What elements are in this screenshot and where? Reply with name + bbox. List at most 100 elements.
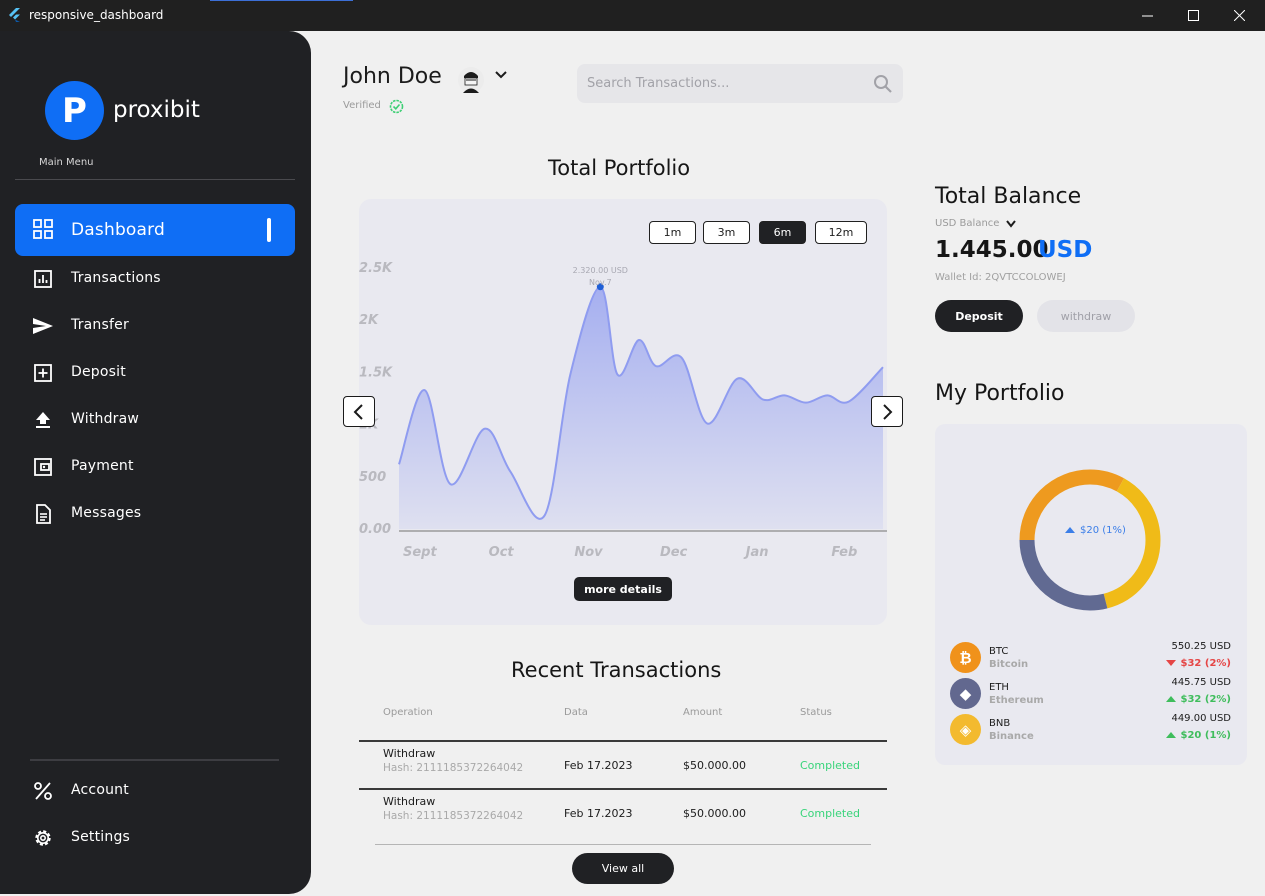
total-balance-title: Total Balance [935,184,1082,209]
balance-amount: 1.445.00 [935,237,1049,263]
y-tick-label: 1.5K [359,365,393,380]
coin-symbol: BNB [989,718,1011,729]
sidebar-item-label: Transfer [71,317,129,333]
sidebar-item-settings[interactable]: Settings [15,816,295,861]
x-tick-label: Oct [489,545,515,560]
coin-change-value: $32 (2%) [1180,694,1231,705]
column-header-amount: Amount [683,707,723,718]
y-tick-label: 2K [359,313,379,328]
range-button-6m[interactable]: 6m [759,221,806,244]
table-row-divider [359,788,887,790]
verified-check-icon [389,99,404,114]
sidebar-item-deposit[interactable]: Deposit [15,351,295,396]
sidebar-item-messages[interactable]: Messages [15,492,295,537]
coin-name: Binance [989,731,1034,742]
table-row-divider [359,740,887,742]
column-header-status: Status [800,707,832,718]
document-icon [36,504,51,524]
search-icon[interactable] [873,74,893,94]
sidebar-item-label: Transactions [71,270,161,286]
minimize-button[interactable] [1124,0,1170,31]
window-title: responsive_dashboard [29,8,164,22]
wallet-icon [34,458,52,476]
range-button-3m[interactable]: 3m [703,221,750,244]
sidebar-item-label: Deposit [71,364,126,380]
chevron-right-icon [883,403,893,420]
x-tick-label: Dec [660,545,688,560]
maximize-button[interactable] [1170,0,1216,31]
app-canvas: P proxibit Main Menu Dashboard Transacti… [0,31,1265,896]
send-icon [33,318,53,334]
sidebar-item-transfer[interactable]: Transfer [15,304,295,349]
gear-icon [35,830,51,846]
chevron-down-icon[interactable] [1005,219,1017,229]
balance-currency-selector[interactable]: USD Balance [935,218,999,229]
table-bottom-divider [375,844,871,845]
balance-currency: USD [1038,237,1093,263]
range-button-12m[interactable]: 12m [815,221,867,244]
column-header-operation: Operation [383,707,433,718]
chevron-left-icon [353,403,363,420]
chart-prev-button[interactable] [343,396,375,427]
up-triangle-icon [1165,696,1176,702]
y-tick-label: 0.00 [359,522,391,537]
avatar[interactable] [455,66,487,94]
search-input[interactable] [587,64,857,103]
my-portfolio-card: $20 (1%) ₿ BTC Bitcoin 550.25 USD $32 (2… [935,424,1247,765]
down-triangle-icon [1165,660,1176,666]
tx-amount: $50.000.00 [683,807,746,820]
portfolio-chart-title: Total Portfolio [548,156,691,180]
x-tick-label: Jan [743,545,769,560]
chart-next-button[interactable] [871,396,903,427]
wallet-id: Wallet Id: 2QVTCCOLOWEJ [935,272,1066,283]
y-tick-label: 500 [359,470,386,485]
chart-tooltip-value: 2.320.00 USD [573,266,628,275]
coin-name: Ethereum [989,695,1044,706]
main-menu-label: Main Menu [39,157,94,168]
range-button-1m[interactable]: 1m [649,221,696,244]
more-details-button[interactable]: more details [574,577,672,601]
sidebar-item-transactions[interactable]: Transactions [15,257,295,302]
coin-change: $32 (2%) [1165,694,1231,705]
deposit-button[interactable]: Deposit [935,300,1023,332]
chevron-down-icon[interactable] [493,69,509,81]
sidebar-item-dashboard[interactable]: Dashboard [15,204,295,256]
maximize-icon [1187,10,1199,21]
view-all-button[interactable]: View all [572,853,674,884]
brand-logo: P [45,81,104,140]
x-tick-label: Nov [574,545,603,560]
coin-change-value: $20 (1%) [1180,730,1231,741]
portfolio-donut-chart [1019,469,1161,611]
coin-symbol: BTC [989,646,1009,657]
coin-change: $32 (2%) [1165,658,1231,669]
portfolio-chart: 0.005001K1.5K2K2.5KSeptOctNovDecJanFeb2.… [359,261,887,560]
active-indicator [267,218,271,242]
sidebar-item-withdraw[interactable]: Withdraw [15,398,295,443]
percent-icon [34,782,52,800]
withdraw-button[interactable]: withdraw [1037,300,1135,332]
binance-icon: ◈ [950,714,981,745]
coin-change: $20 (1%) [1165,730,1231,741]
close-button[interactable] [1216,0,1262,31]
sidebar-item-payment[interactable]: Payment [15,445,295,490]
sidebar-item-label: Dashboard [71,220,166,240]
window-titlebar: responsive_dashboard [0,0,1265,31]
brand-name: proxibit [113,97,200,123]
tx-amount: $50.000.00 [683,759,746,772]
sidebar-item-label: Payment [71,458,134,474]
coin-change-value: $32 (2%) [1180,658,1231,669]
chart-tooltip-date: Nov.7 [589,278,612,287]
sidebar-item-label: Messages [71,505,142,521]
sidebar-item-label: Withdraw [71,411,140,427]
upload-icon [36,412,50,428]
portfolio-chart-card: 0.005001K1.5K2K2.5KSeptOctNovDecJanFeb2.… [359,199,887,625]
tx-status: Completed [800,759,860,772]
bar-chart-icon [34,270,52,288]
column-header-data: Data [564,707,588,718]
minimize-icon [1141,15,1153,17]
sidebar-bottom-divider [30,759,279,761]
plus-square-icon [34,364,52,382]
user-name: John Doe [343,64,442,89]
sidebar-item-account[interactable]: Account [15,769,295,814]
tx-operation: Withdraw [383,747,436,760]
